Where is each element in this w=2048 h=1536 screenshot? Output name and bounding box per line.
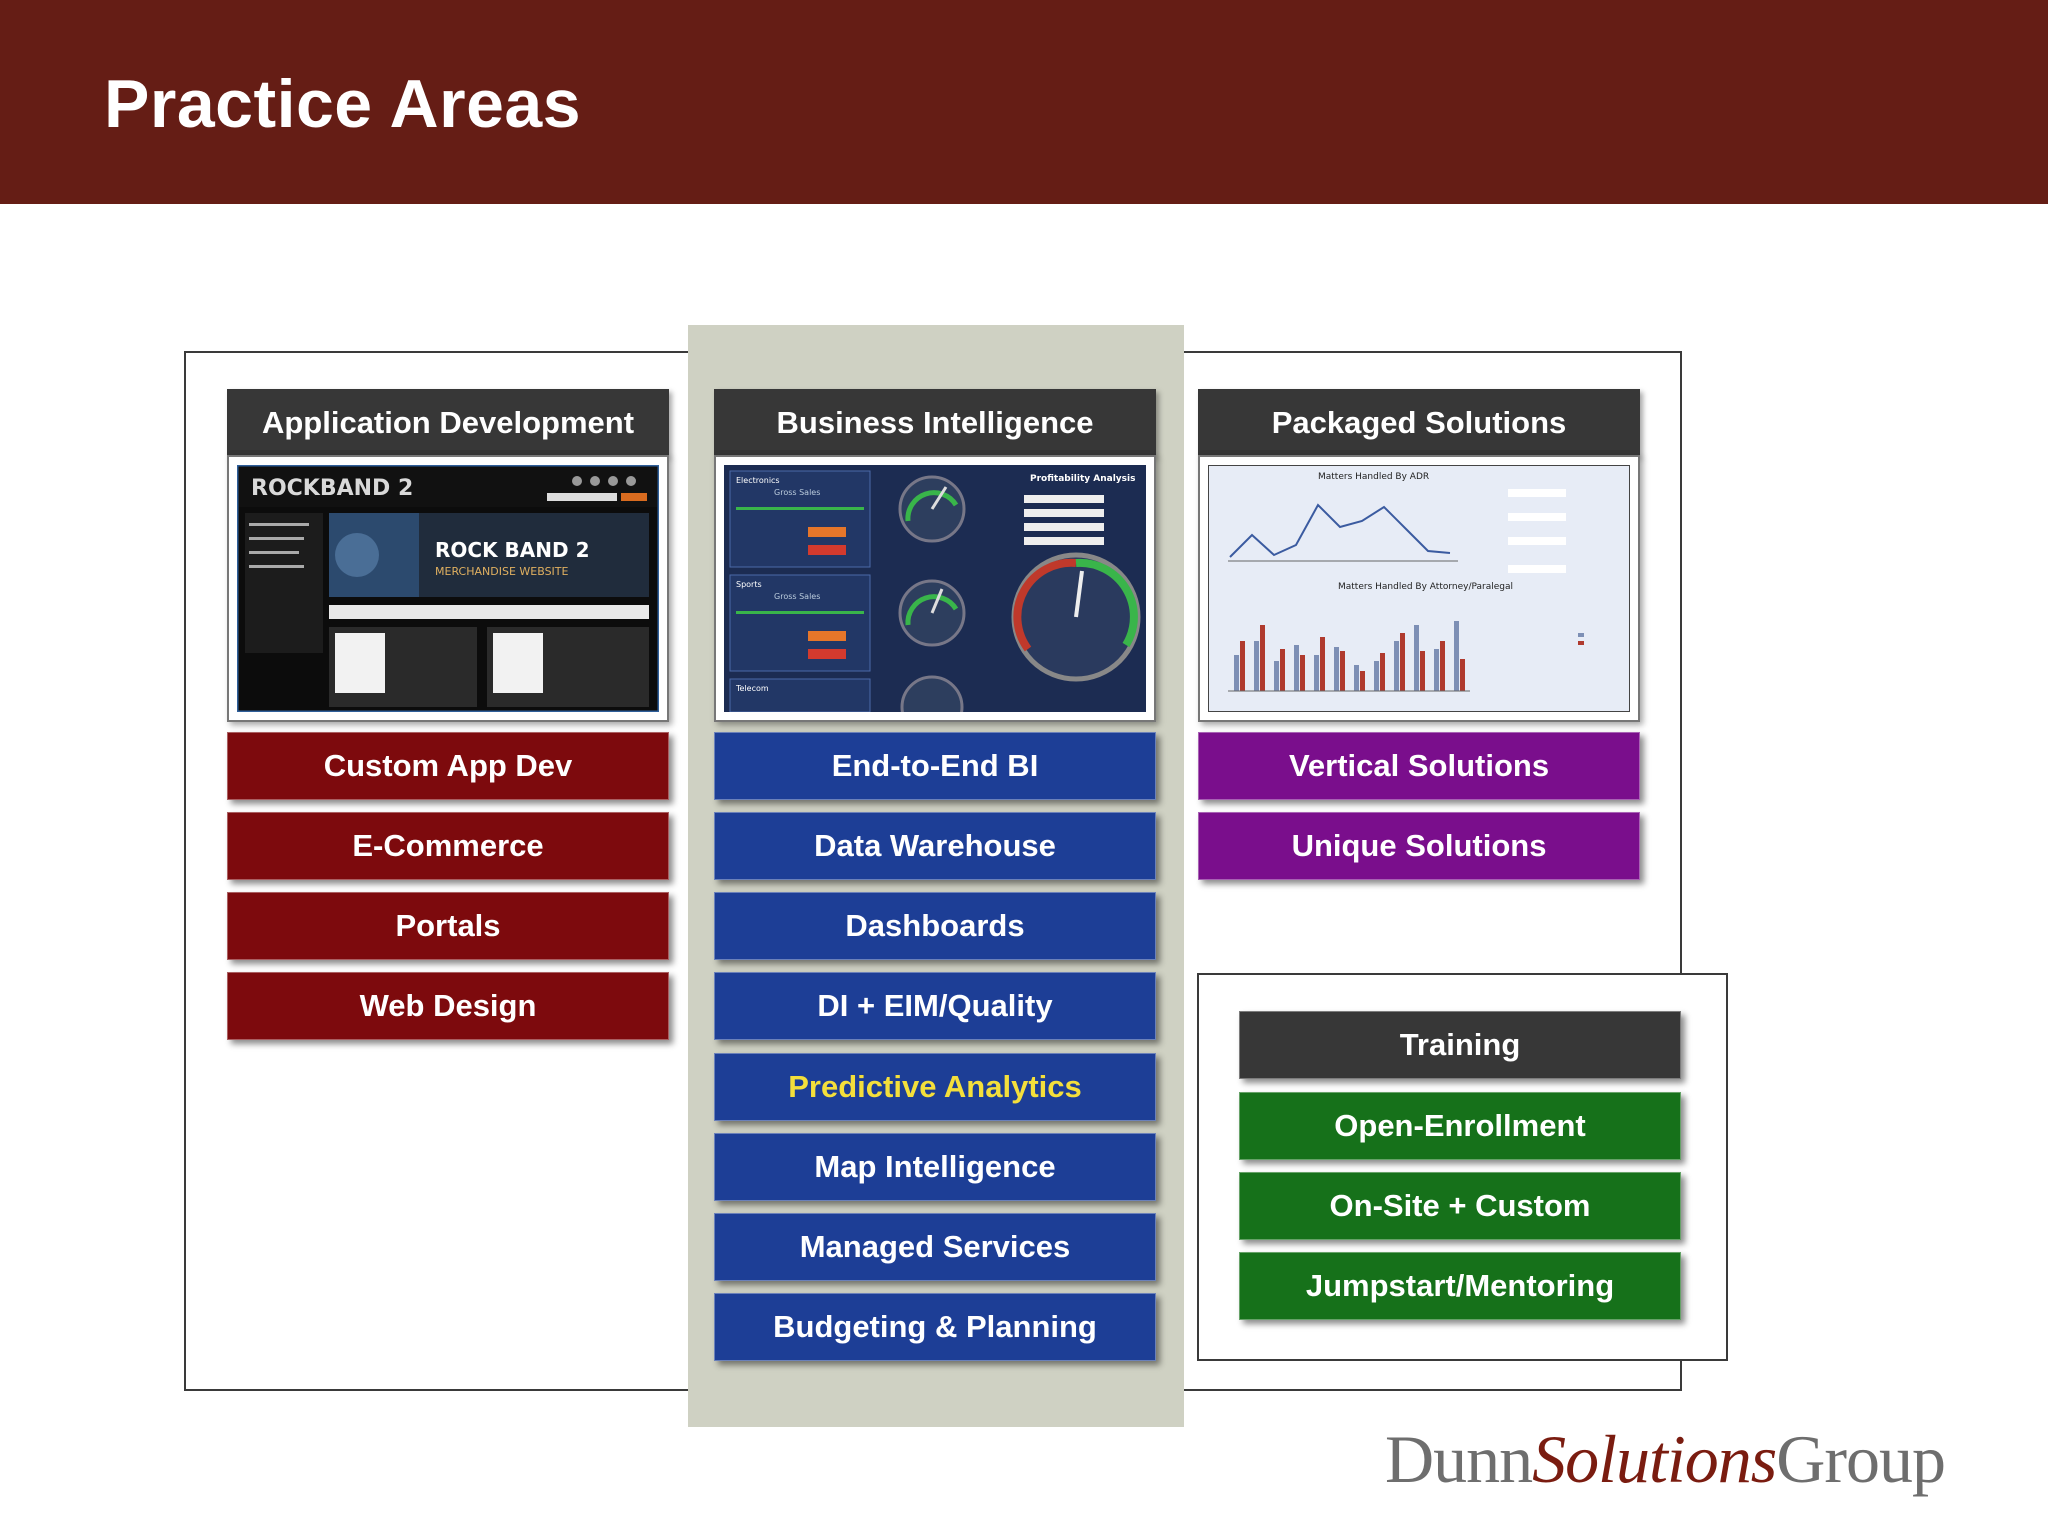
app-dev-item-portals[interactable]: Portals <box>227 892 669 960</box>
packaged-thumbnail: Matters Handled By ADR Matters Handled B… <box>1198 455 1640 722</box>
packaged-header: Packaged Solutions <box>1198 389 1640 457</box>
thumb-banner-line2: MERCHANDISE WEBSITE <box>435 565 569 578</box>
thumb-logo: ROCKBAND 2 <box>251 476 413 501</box>
bi-item-map-intelligence[interactable]: Map Intelligence <box>714 1133 1156 1201</box>
app-dev-item-custom-app-dev[interactable]: Custom App Dev <box>227 732 669 800</box>
thumb-banner-line1: ROCK BAND 2 <box>435 538 589 562</box>
packaged-item-vertical-solutions[interactable]: Vertical Solutions <box>1198 732 1640 800</box>
app-dev-thumbnail: ROCKBAND 2 ROCK BAND 2 MERCHANDISE WEBSI… <box>227 455 669 722</box>
bi-item-predictive-analytics[interactable]: Predictive Analytics <box>714 1053 1156 1121</box>
bi-header: Business Intelligence <box>714 389 1156 457</box>
training-item-on-site-custom[interactable]: On-Site + Custom <box>1239 1172 1681 1240</box>
training-item-open-enrollment[interactable]: Open-Enrollment <box>1239 1092 1681 1160</box>
app-dev-header: Application Development <box>227 389 669 457</box>
thumb-panel-title: Profitability Analysis <box>1030 474 1135 484</box>
thumb-chart2-title: Matters Handled By Attorney/Paralegal <box>1338 582 1513 592</box>
bi-item-budgeting-planning[interactable]: Budgeting & Planning <box>714 1293 1156 1361</box>
thumb-metric-2: Gross Sales <box>774 592 820 601</box>
bi-item-dashboards[interactable]: Dashboards <box>714 892 1156 960</box>
logo-part-dunn: Dunn <box>1385 1421 1533 1497</box>
bi-item-managed-services[interactable]: Managed Services <box>714 1213 1156 1281</box>
app-dev-item-e-commerce[interactable]: E-Commerce <box>227 812 669 880</box>
thumb-chart1-title: Matters Handled By ADR <box>1318 472 1429 482</box>
logo-part-group: Group <box>1776 1421 1946 1497</box>
bi-thumbnail: Electronics Gross Sales Sports Gross Sal… <box>714 455 1156 722</box>
bi-item-data-warehouse[interactable]: Data Warehouse <box>714 812 1156 880</box>
thumb-section-3: Telecom <box>735 684 769 693</box>
bi-item-end-to-end-bi[interactable]: End-to-End BI <box>714 732 1156 800</box>
packaged-item-unique-solutions[interactable]: Unique Solutions <box>1198 812 1640 880</box>
thumb-section-2: Sports <box>736 580 762 589</box>
thumb-section-1: Electronics <box>736 476 780 485</box>
page-title: Practice Areas <box>104 66 582 142</box>
bi-item-di-eim-quality[interactable]: DI + EIM/Quality <box>714 972 1156 1040</box>
thumb-metric-1: Gross Sales <box>774 488 820 497</box>
training-item-jumpstart-mentoring[interactable]: Jumpstart/Mentoring <box>1239 1252 1681 1320</box>
logo-part-solutions: Solutions <box>1532 1421 1777 1497</box>
app-dev-item-web-design[interactable]: Web Design <box>227 972 669 1040</box>
company-logo: DunnSolutionsGroup <box>1385 1420 1946 1499</box>
training-header[interactable]: Training <box>1239 1011 1681 1079</box>
